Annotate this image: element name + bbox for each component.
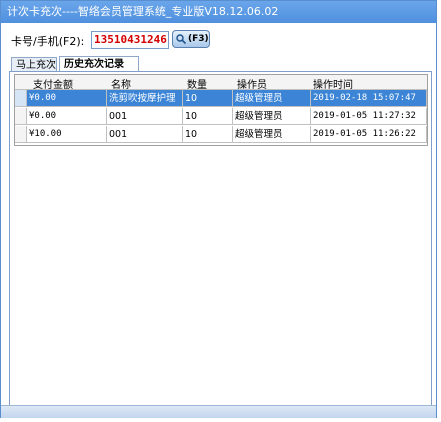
- history-table: 支付金额 名称 数量 操作员 操作时间 ¥0.00 洗剪吹按摩护理 10 超级管…: [14, 74, 428, 146]
- cell-operator: 超级管理员: [233, 90, 311, 107]
- card-number-input[interactable]: 13510431246: [91, 31, 169, 49]
- cell-amount: ¥0.00: [27, 108, 107, 125]
- row-indicator: [15, 108, 27, 125]
- cell-time: 2019-02-18 15:07:47: [311, 90, 427, 107]
- window-title: 计次卡充次----智络会员管理系统_专业版V18.12.06.02: [1, 1, 436, 23]
- tab-recharge-now[interactable]: 马上充次: [11, 57, 57, 72]
- header-name: 名称: [111, 80, 131, 91]
- tab-recharge-history[interactable]: 历史充次记录: [59, 56, 139, 72]
- cell-qty: 10: [183, 126, 233, 143]
- search-button[interactable]: (F3): [172, 30, 210, 48]
- table-row[interactable]: ¥10.00 001 10 超级管理员 2019-01-05 11:26:22: [15, 126, 427, 144]
- header-amount: 支付金额: [33, 80, 73, 91]
- header-qty: 数量: [187, 80, 207, 91]
- table-header: 支付金额 名称 数量 操作员 操作时间: [15, 75, 427, 91]
- cell-time: 2019-01-05 11:26:22: [311, 126, 427, 143]
- recharge-window: 计次卡充次----智络会员管理系统_专业版V18.12.06.02 卡号/手机(…: [0, 0, 437, 418]
- row-indicator: [15, 90, 27, 107]
- status-bar: [1, 405, 436, 418]
- cell-operator: 超级管理员: [233, 126, 311, 143]
- header-operator: 操作员: [237, 80, 267, 91]
- cell-name: 001: [107, 126, 183, 143]
- cell-operator: 超级管理员: [233, 108, 311, 125]
- cell-qty: 10: [183, 108, 233, 125]
- header-time: 操作时间: [313, 80, 353, 91]
- search-icon: [176, 34, 186, 44]
- cell-amount: ¥10.00: [27, 126, 107, 143]
- table-row[interactable]: ¥0.00 001 10 超级管理员 2019-01-05 11:27:32: [15, 108, 427, 126]
- card-label: 卡号/手机(F2):: [11, 35, 85, 48]
- cell-amount: ¥0.00: [27, 90, 107, 107]
- history-panel: 支付金额 名称 数量 操作员 操作时间 ¥0.00 洗剪吹按摩护理 10 超级管…: [9, 71, 432, 409]
- cell-name: 洗剪吹按摩护理: [107, 90, 183, 107]
- table-row[interactable]: ¥0.00 洗剪吹按摩护理 10 超级管理员 2019-02-18 15:07:…: [15, 90, 427, 108]
- search-button-label: (F3): [188, 34, 209, 44]
- cell-name: 001: [107, 108, 183, 125]
- cell-qty: 10: [183, 90, 233, 107]
- cell-time: 2019-01-05 11:27:32: [311, 108, 427, 125]
- row-indicator: [15, 126, 27, 143]
